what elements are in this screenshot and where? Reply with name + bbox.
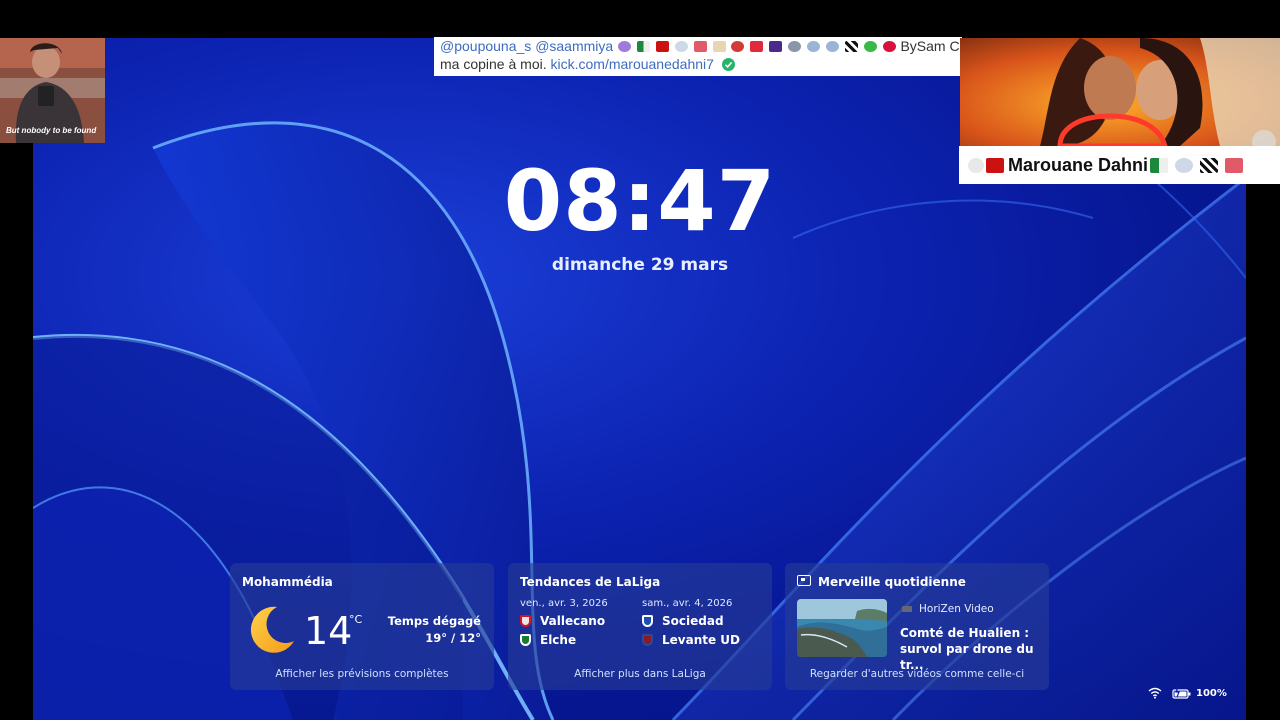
- heart-emoji-icon: [731, 41, 745, 52]
- webcam-caption: But nobody to be found: [6, 126, 97, 135]
- team-name: Sociedad: [662, 614, 724, 628]
- match-date: ven., avr. 3, 2026: [520, 598, 608, 609]
- ring-emoji-icon: [674, 41, 688, 52]
- team-name: Vallecano: [540, 614, 606, 628]
- chat-line-1: @poupouna_s @saammiya BySam C: [440, 38, 960, 54]
- ring-emoji-icon: [1175, 157, 1194, 173]
- battery-percent: 100%: [1196, 687, 1227, 699]
- checkered-flag-emoji-icon: [844, 41, 858, 52]
- team-home: Sociedad: [642, 614, 740, 628]
- galaxy-emoji-icon: [769, 41, 783, 52]
- match-1[interactable]: ven., avr. 3, 2026 Vallecano Elche: [520, 598, 608, 647]
- video-thumbnail[interactable]: [797, 599, 887, 657]
- green-heart-emoji-icon: [863, 41, 877, 52]
- merveille-widget[interactable]: Merveille quotidienne HoriZen Video Comt…: [785, 563, 1049, 690]
- snowflake-emoji-icon: [807, 41, 820, 52]
- team-home: Vallecano: [520, 614, 608, 628]
- match-date: sam., avr. 4, 2026: [642, 598, 733, 609]
- chat-text: ma copine à moi.: [440, 56, 547, 72]
- chat-suffix: BySam C: [900, 38, 960, 54]
- laliga-more-link[interactable]: Afficher plus dans LaLiga: [508, 668, 772, 680]
- morocco-flag-emoji-icon: [986, 157, 1004, 173]
- team-name: Elche: [540, 633, 577, 647]
- checkered-flag-emoji-icon: [1200, 157, 1219, 173]
- flag-emoji-icon: [712, 41, 726, 52]
- stream-top-bar: [0, 0, 1280, 38]
- couple-illustration: [960, 38, 1280, 146]
- video-icon: [797, 575, 811, 586]
- wifi-icon[interactable]: [1148, 687, 1162, 699]
- moon-emoji-icon: [968, 157, 984, 173]
- weather-city: Mohammédia: [242, 575, 333, 589]
- weather-condition: Temps dégagé: [387, 614, 481, 628]
- hundred-emoji-icon: [750, 41, 764, 52]
- morocco-flag-emoji-icon: [655, 41, 669, 52]
- team-away: Levante UD: [642, 633, 740, 647]
- vallecano-crest-icon: [520, 615, 531, 627]
- temperature: 14: [304, 609, 353, 653]
- moon-icon: [250, 606, 294, 653]
- purple-heart-emoji-icon: [618, 41, 632, 52]
- chat-link[interactable]: kick.com/marouanedahni7: [551, 56, 714, 72]
- levante-crest-icon: [642, 634, 653, 646]
- chat-mention[interactable]: @saammiya: [535, 38, 613, 54]
- laliga-widget[interactable]: Tendances de LaLiga ven., avr. 3, 2026 V…: [508, 563, 772, 690]
- coast-image: [797, 599, 887, 657]
- merveille-title: Merveille quotidienne: [818, 575, 966, 589]
- algeria-flag-emoji-icon: [1150, 157, 1169, 173]
- temperature-unit: °C: [349, 613, 363, 626]
- castle-emoji-icon: [1225, 157, 1244, 173]
- snowflake-emoji-icon: [825, 41, 839, 52]
- sociedad-crest-icon: [642, 615, 653, 627]
- weather-forecast-link[interactable]: Afficher les prévisions complètes: [230, 668, 494, 680]
- algeria-flag-emoji-icon: [636, 41, 650, 52]
- castle-emoji-icon: [693, 41, 707, 52]
- battery-icon[interactable]: [1172, 687, 1192, 699]
- chat-mention[interactable]: @poupouna_s: [440, 38, 531, 54]
- provider-logo-icon: [902, 606, 912, 612]
- chat-message: @poupouna_s @saammiya BySam C ma copine …: [434, 37, 962, 76]
- stream-art-image: [960, 38, 1280, 146]
- team-name: Levante UD: [662, 633, 741, 647]
- weather-hi-lo: 19° / 12°: [425, 631, 481, 645]
- moon-emoji-icon: [788, 41, 802, 52]
- elche-crest-icon: [520, 634, 531, 646]
- verified-check-icon: [721, 58, 735, 71]
- laliga-title: Tendances de LaLiga: [520, 575, 661, 589]
- chat-line-2: ma copine à moi. kick.com/marouanedahni7: [440, 56, 735, 72]
- red-heart-emoji-icon: [882, 41, 896, 52]
- provider-name: HoriZen Video: [919, 603, 994, 615]
- match-2[interactable]: sam., avr. 4, 2026 Sociedad Levante UD: [642, 598, 740, 647]
- team-away: Elche: [520, 633, 608, 647]
- streamer-name-bar: Marouane Dahni: [959, 146, 1280, 184]
- video-headline[interactable]: Comté de Hualien : survol par drone du t…: [900, 625, 1042, 673]
- lock-date: dimanche 29 mars: [551, 255, 729, 275]
- streamer-name: Marouane Dahni: [1008, 154, 1149, 175]
- merveille-more-link[interactable]: Regarder d'autres vidéos comme celle-ci: [785, 668, 1049, 680]
- streamer-webcam: But nobody to be found: [0, 38, 105, 143]
- video-provider: HoriZen Video: [902, 603, 994, 615]
- weather-widget[interactable]: Mohammédia 14 °C Temps dégagé 19° / 12° …: [230, 563, 494, 690]
- system-tray[interactable]: 100%: [1148, 687, 1227, 699]
